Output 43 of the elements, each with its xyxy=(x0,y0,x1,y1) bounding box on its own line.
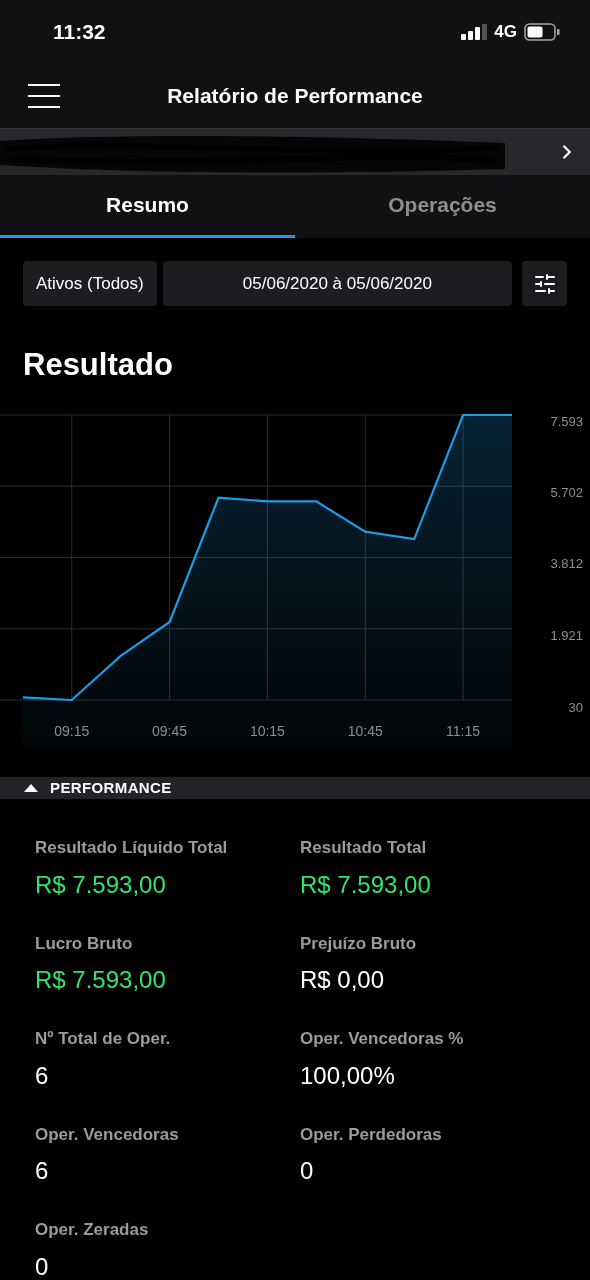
tab[interactable]: Resumo xyxy=(0,175,295,238)
assets-filter[interactable]: Ativos (Todos) xyxy=(23,261,157,306)
battery-icon xyxy=(524,23,560,41)
page-title: Relatório de Performance xyxy=(167,83,423,110)
metric-value: 6 xyxy=(35,1060,50,1091)
menu-button[interactable] xyxy=(28,84,60,108)
x-axis-label: 10:15 xyxy=(249,722,285,739)
metric-label: Resultado Total xyxy=(300,837,428,859)
y-axis-label: 3.812 xyxy=(550,556,583,571)
metric-value: 0 xyxy=(35,1251,50,1280)
filter-settings-button[interactable] xyxy=(522,261,567,306)
performance-header[interactable]: PERFORMANCE xyxy=(0,776,590,799)
metric-value: R$ 7.593,00 xyxy=(35,965,167,995)
metric-label: Oper. Perdedoras xyxy=(300,1123,443,1146)
metric-label: Oper. Vencedoras xyxy=(35,1123,180,1146)
network-label: 4G xyxy=(494,21,517,44)
metric-label: Oper. Zeradas xyxy=(35,1219,150,1241)
x-axis-label: 09:15 xyxy=(54,722,90,739)
metric-label: Oper. Vencedoras % xyxy=(300,1028,465,1050)
y-axis-label: 30 xyxy=(568,699,583,715)
x-axis-label: 11:15 xyxy=(446,722,481,739)
y-axis-label: 7.593 xyxy=(550,413,583,429)
metric-value: R$ 7.593,00 xyxy=(300,869,432,900)
triangle-icon xyxy=(24,783,38,793)
y-axis-label: 5.702 xyxy=(550,484,583,500)
metric-value: 0 xyxy=(300,1156,315,1186)
tab[interactable]: Operações xyxy=(295,175,590,238)
signal-icon xyxy=(461,24,488,40)
metric-value: R$ 0,00 xyxy=(300,965,386,995)
metric-value: 6 xyxy=(35,1156,50,1186)
x-axis-label: 10:45 xyxy=(347,722,383,739)
x-axis-label: 09:45 xyxy=(152,722,188,739)
metric-label: Lucro Bruto xyxy=(35,932,134,955)
section-title: Resultado xyxy=(22,346,174,384)
metric-label: Nº Total de Oper. xyxy=(35,1028,172,1050)
metric-value: 100,00% xyxy=(300,1060,396,1091)
metric-value: R$ 7.593,00 xyxy=(35,869,167,900)
status-time: 11:32 xyxy=(53,19,106,46)
y-axis-label: 1.921 xyxy=(550,627,583,643)
sliders-icon xyxy=(532,271,557,296)
date-range-field[interactable]: 05/06/2020 à 05/06/2020 xyxy=(162,261,512,306)
metric-label: Resultado Líquido Total xyxy=(35,837,229,859)
metric-label: Prejuízo Bruto xyxy=(300,932,418,955)
